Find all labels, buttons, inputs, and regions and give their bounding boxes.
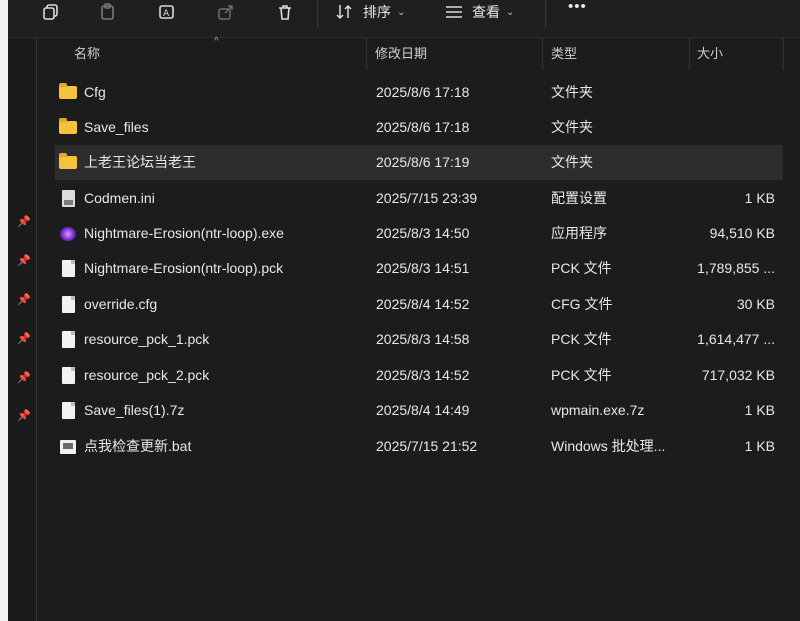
file-date: 2025/8/6 17:19 [376, 154, 470, 170]
file-name: 点我检查更新.bat [84, 438, 192, 454]
file-type: 配置设置 [551, 190, 607, 206]
file-type: 文件夹 [551, 154, 593, 170]
ini-file-icon [59, 181, 77, 216]
file-name: resource_pck_1.pck [84, 331, 210, 347]
view-label: 查看 [472, 4, 500, 20]
sort-label: 排序 [363, 4, 391, 20]
file-date: 2025/8/3 14:50 [376, 225, 470, 241]
file-type: wpmain.exe.7z [551, 402, 645, 418]
pin-icon[interactable]: 📌 [17, 333, 31, 345]
column-divider[interactable] [366, 38, 367, 70]
file-row[interactable]: Nightmare-Erosion(ntr-loop).pck 2025/8/3… [55, 251, 783, 286]
file-name: override.cfg [84, 296, 158, 312]
file-date: 2025/8/3 14:58 [376, 331, 470, 347]
column-divider[interactable] [783, 38, 784, 70]
file-row[interactable]: override.cfg 2025/8/4 14:52 CFG 文件 30 KB [55, 287, 783, 322]
file-type: 文件夹 [551, 84, 593, 100]
file-name: Codmen.ini [84, 190, 155, 206]
pin-icon[interactable]: 📌 [17, 216, 31, 228]
folder-icon [59, 145, 77, 180]
toolbar-separator [317, 0, 318, 28]
file-name: Cfg [84, 84, 106, 100]
file-name: 上老王论坛当老王 [84, 154, 196, 170]
copy-icon[interactable] [41, 0, 61, 24]
file-row[interactable]: 点我检查更新.bat 2025/7/15 21:52 Windows 批处理..… [55, 429, 783, 464]
file-date: 2025/8/4 14:52 [376, 296, 470, 312]
file-date: 2025/8/3 14:52 [376, 367, 470, 383]
file-date: 2025/7/15 21:52 [376, 438, 478, 454]
column-divider[interactable] [689, 38, 690, 70]
sort-ascending-icon: ^ [214, 36, 219, 47]
file-size: 94,510 KB [709, 225, 775, 241]
file-size: 717,032 KB [701, 367, 775, 383]
file-size: 1 KB [744, 402, 775, 418]
column-name[interactable]: 名称 [74, 38, 100, 70]
share-icon[interactable] [216, 0, 236, 24]
pin-icon[interactable]: 📌 [17, 294, 31, 306]
view-icon [446, 6, 462, 18]
file-date: 2025/7/15 23:39 [376, 190, 478, 206]
file-name: Save_files(1).7z [84, 402, 185, 418]
file-icon [59, 393, 77, 428]
file-date: 2025/8/3 14:51 [376, 260, 470, 276]
file-type: PCK 文件 [551, 367, 612, 383]
file-size: 1,789,855 ... [697, 260, 775, 276]
file-type: PCK 文件 [551, 331, 612, 347]
file-row[interactable]: Codmen.ini 2025/7/15 23:39 配置设置 1 KB [55, 181, 783, 216]
folder-icon [59, 75, 77, 110]
file-name: Nightmare-Erosion(ntr-loop).exe [84, 225, 284, 241]
column-type[interactable]: 类型 [551, 38, 577, 70]
file-row[interactable]: Save_files 2025/8/6 17:18 文件夹 [55, 110, 783, 145]
sort-button[interactable]: 排序 ⌄ [335, 2, 405, 22]
paste-icon[interactable] [98, 0, 118, 24]
file-icon [59, 287, 77, 322]
delete-icon[interactable] [275, 0, 295, 24]
file-size: 30 KB [736, 296, 775, 312]
chevron-down-icon: ⌄ [397, 6, 406, 18]
file-row-selected[interactable]: 上老王论坛当老王 2025/8/6 17:19 文件夹 [55, 145, 783, 180]
file-type: PCK 文件 [551, 260, 612, 276]
column-date[interactable]: 修改日期 [375, 38, 427, 70]
chevron-down-icon: ⌄ [506, 6, 515, 18]
file-type: Windows 批处理... [551, 438, 666, 454]
file-icon [59, 251, 77, 286]
window-left-edge [0, 0, 8, 621]
file-icon [59, 358, 77, 393]
pin-icon[interactable]: 📌 [17, 255, 31, 267]
file-type: CFG 文件 [551, 296, 613, 312]
file-date: 2025/8/4 14:49 [376, 402, 470, 418]
file-date: 2025/8/6 17:18 [376, 119, 470, 135]
file-row[interactable]: resource_pck_2.pck 2025/8/3 14:52 PCK 文件… [55, 358, 783, 393]
file-name: Save_files [84, 119, 149, 135]
more-button[interactable]: ••• [568, 0, 587, 15]
file-row[interactable]: Cfg 2025/8/6 17:18 文件夹 [55, 75, 783, 110]
bat-file-icon [59, 429, 77, 464]
file-name: resource_pck_2.pck [84, 367, 210, 383]
folder-icon [59, 110, 77, 145]
file-icon [59, 322, 77, 357]
file-type: 应用程序 [551, 225, 607, 241]
file-row[interactable]: resource_pck_1.pck 2025/8/3 14:58 PCK 文件… [55, 322, 783, 357]
file-date: 2025/8/6 17:18 [376, 84, 470, 100]
file-row[interactable]: Nightmare-Erosion(ntr-loop).exe 2025/8/3… [55, 216, 783, 251]
column-divider[interactable] [542, 38, 543, 70]
exe-icon [59, 216, 77, 251]
file-type: 文件夹 [551, 119, 593, 135]
view-button[interactable]: 查看 ⌄ [444, 2, 514, 22]
navigation-pane: 📌 📌 📌 📌 📌 📌 [8, 38, 37, 621]
rename-icon[interactable]: A [157, 0, 177, 24]
file-size: 1,614,477 ... [697, 331, 775, 347]
file-size: 1 KB [744, 190, 775, 206]
svg-text:A: A [163, 9, 170, 19]
file-name: Nightmare-Erosion(ntr-loop).pck [84, 260, 284, 276]
sort-icon [336, 4, 352, 20]
toolbar-separator [545, 0, 546, 28]
column-header: ^ 名称 修改日期 类型 大小 [37, 36, 800, 70]
file-row[interactable]: Save_files(1).7z 2025/8/4 14:49 wpmain.e… [55, 393, 783, 428]
file-size: 1 KB [744, 438, 775, 454]
pin-icon[interactable]: 📌 [17, 372, 31, 384]
pin-icon[interactable]: 📌 [17, 410, 31, 422]
command-bar: A 排序 ⌄ 查看 ⌄ ••• [8, 0, 800, 38]
column-size[interactable]: 大小 [697, 38, 723, 70]
